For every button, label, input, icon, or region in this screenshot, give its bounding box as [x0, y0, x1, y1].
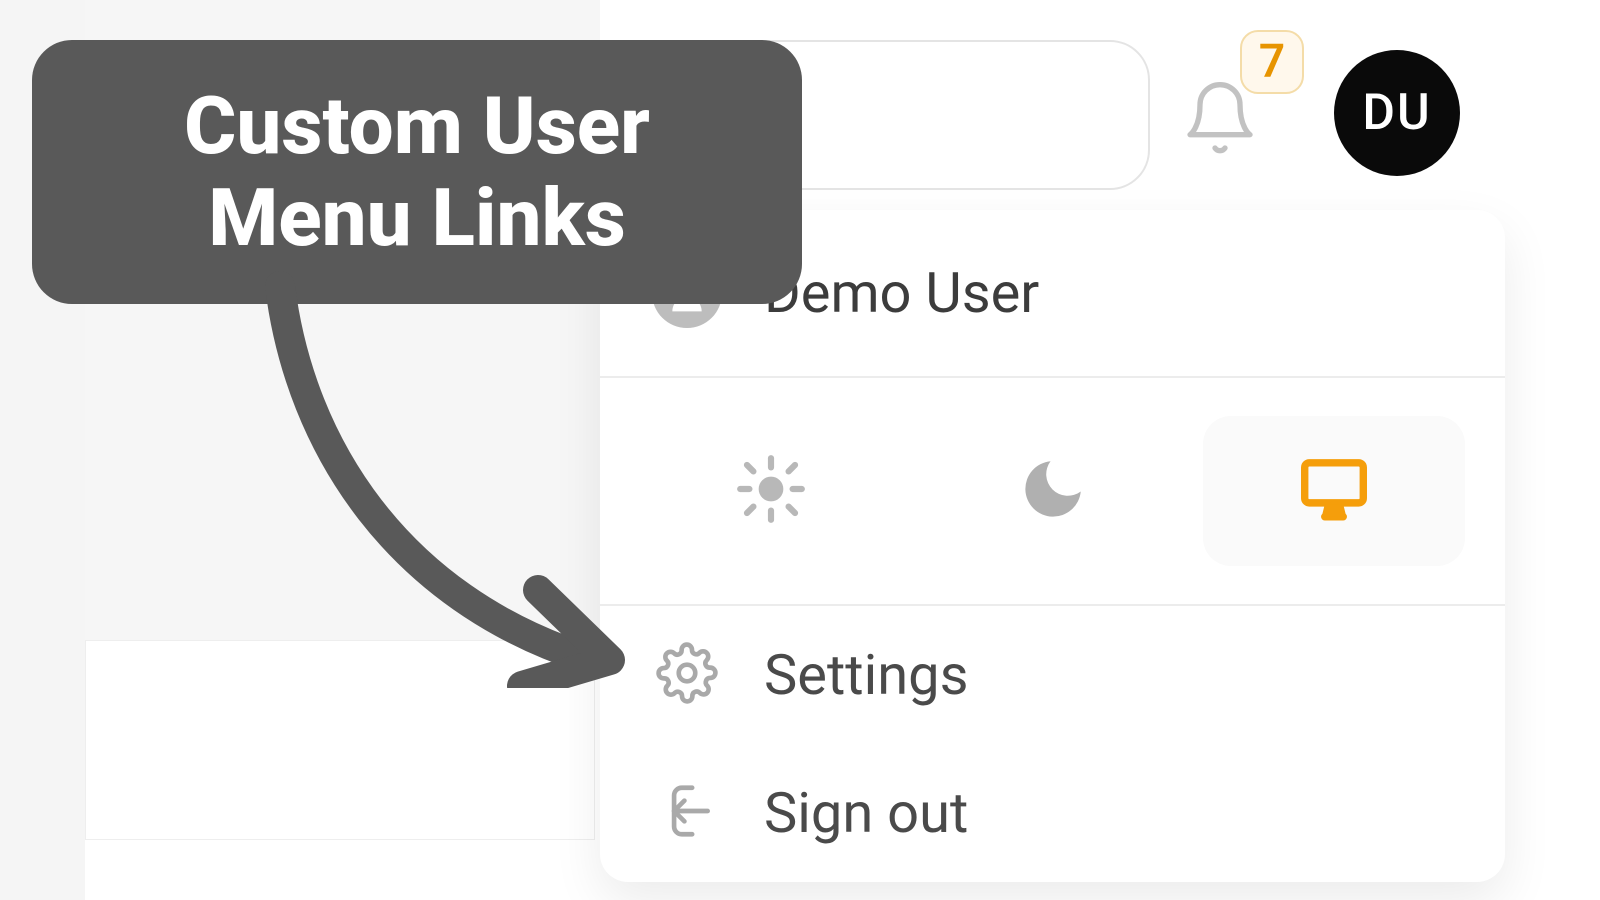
notification-badge: 7 — [1240, 30, 1304, 94]
theme-dark-button[interactable] — [922, 416, 1184, 566]
menu-item-signout[interactable]: Sign out — [600, 744, 1505, 882]
monitor-icon — [1297, 452, 1371, 530]
notification-count: 7 — [1259, 35, 1285, 89]
gear-icon — [656, 642, 718, 708]
user-name-label: Demo User — [764, 260, 1039, 326]
signout-label: Sign out — [764, 780, 968, 846]
signout-icon — [656, 780, 718, 846]
theme-system-button[interactable] — [1203, 416, 1465, 566]
theme-light-button[interactable] — [640, 416, 902, 566]
theme-switcher — [600, 378, 1505, 604]
avatar-initials: DU — [1362, 84, 1431, 142]
callout-text: Custom User Menu Links — [184, 79, 650, 265]
annotation-callout: Custom User Menu Links — [32, 40, 802, 304]
bg-panel-lower — [85, 640, 595, 840]
user-menu-dropdown: Demo User — [600, 210, 1505, 882]
menu-item-settings[interactable]: Settings — [600, 606, 1505, 744]
user-avatar[interactable]: DU — [1334, 50, 1460, 176]
settings-label: Settings — [764, 642, 968, 708]
moon-icon — [1016, 452, 1090, 530]
sun-icon — [734, 452, 808, 530]
